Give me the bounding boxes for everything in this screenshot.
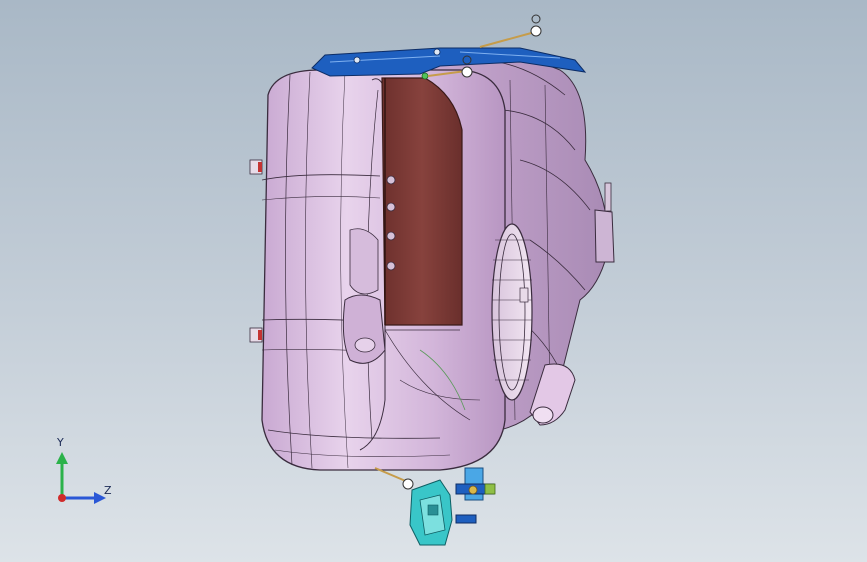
triad-axes xyxy=(56,452,106,504)
bottom-mounting-bracket[interactable] xyxy=(374,467,496,546)
z-axis-label: Z xyxy=(104,484,112,497)
y-axis-label: Y xyxy=(57,436,64,449)
x-axis-origin xyxy=(58,494,66,502)
y-axis-arrow xyxy=(56,452,68,464)
graphics-viewport[interactable]: Y Z xyxy=(0,0,867,562)
heat-shield-panel[interactable] xyxy=(381,77,463,326)
fuel-pump-flange[interactable] xyxy=(491,223,533,401)
tank-main-body xyxy=(249,69,506,471)
orientation-triad: Y Z xyxy=(40,436,120,510)
fuel-tank-model[interactable] xyxy=(0,0,867,562)
